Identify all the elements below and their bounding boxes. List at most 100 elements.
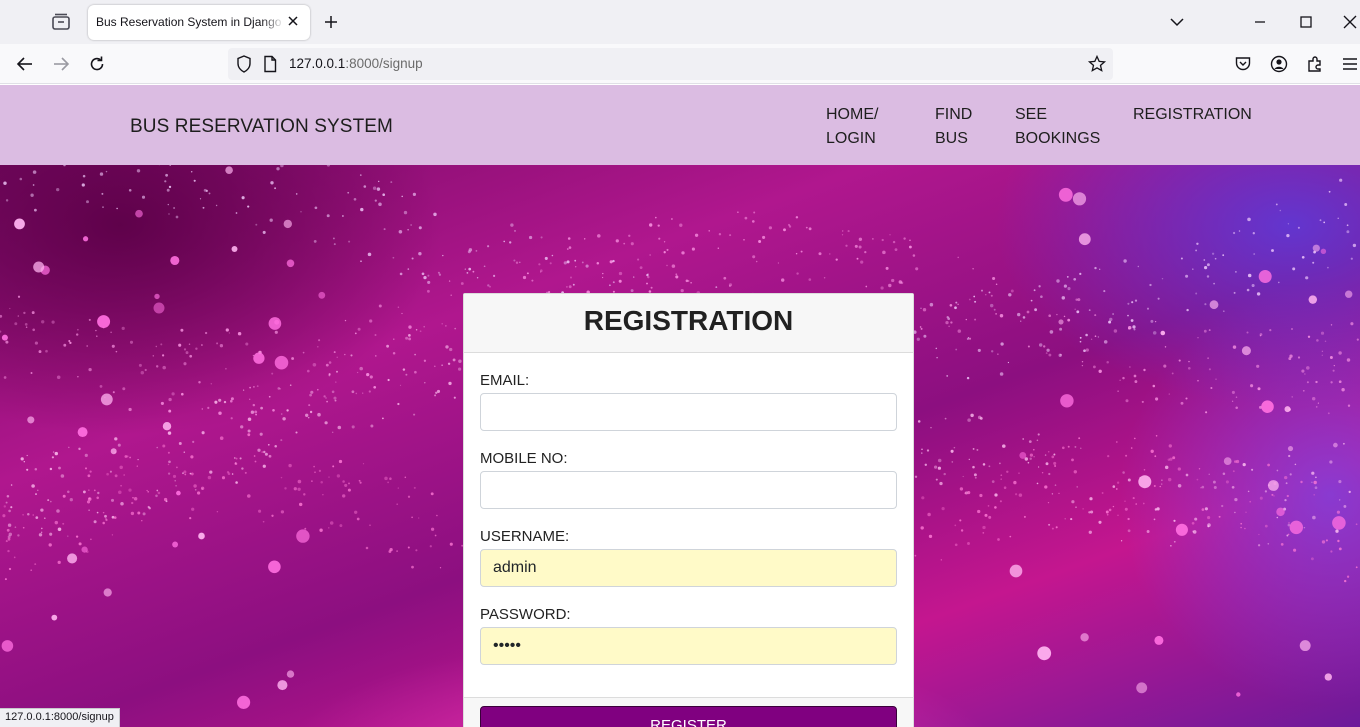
nav-find-bus[interactable]: FIND BUS	[935, 103, 972, 151]
particle-dot	[373, 385, 377, 389]
particle-dot	[235, 481, 238, 484]
particle-dot	[82, 490, 86, 494]
particle-dot	[14, 322, 18, 326]
url-text[interactable]: 127.0.0.1:8000/signup	[289, 56, 423, 71]
particle-dot	[111, 344, 115, 348]
particle-dot	[923, 334, 927, 338]
particle-dot	[401, 195, 403, 198]
bokeh-dot	[1267, 480, 1279, 491]
particle-dot	[1297, 226, 1300, 229]
mobile-field[interactable]	[480, 471, 897, 509]
chevron-down-icon[interactable]	[1167, 12, 1187, 32]
page-icon[interactable]	[260, 54, 280, 74]
particle-dot	[295, 193, 298, 195]
bokeh-dot	[274, 355, 289, 370]
particle-dot	[1051, 455, 1055, 459]
particle-dot	[326, 214, 330, 218]
particle-dot	[369, 375, 373, 379]
particle-dot	[1195, 292, 1198, 295]
particle-dot	[675, 273, 678, 276]
particle-dot	[414, 353, 416, 356]
nav-see-bookings[interactable]: SEE BOOKINGS	[1015, 103, 1100, 151]
nav-registration[interactable]: REGISTRATION	[1133, 103, 1252, 127]
particle-dot	[1337, 217, 1339, 220]
maximize-icon[interactable]	[1296, 12, 1316, 32]
nav-home-login[interactable]: HOME/ LOGIN	[826, 103, 878, 151]
particle-dot	[113, 516, 117, 519]
particle-dot	[1056, 313, 1058, 316]
particle-dot	[110, 331, 112, 334]
particle-dot	[1244, 527, 1246, 530]
shield-icon[interactable]	[234, 54, 254, 74]
tab-list-icon[interactable]	[50, 12, 72, 32]
particle-dot	[1112, 505, 1115, 508]
particle-dot	[3, 181, 7, 185]
particle-dot	[1201, 485, 1205, 489]
particle-dot	[67, 490, 70, 494]
back-arrow-icon[interactable]	[15, 54, 35, 74]
particle-dot	[1335, 529, 1339, 533]
particle-dot	[934, 465, 938, 469]
particle-dot	[147, 490, 150, 493]
particle-dot	[237, 331, 242, 336]
new-tab-icon[interactable]	[322, 13, 340, 31]
particle-dot	[1342, 442, 1345, 445]
extensions-icon[interactable]	[1305, 54, 1325, 74]
particle-dot	[1332, 369, 1335, 372]
particle-dot	[1336, 510, 1340, 514]
particle-dot	[96, 496, 99, 500]
pocket-icon[interactable]	[1233, 54, 1253, 74]
particle-dot	[1285, 482, 1288, 485]
particle-dot	[729, 234, 732, 237]
particle-dot	[1317, 402, 1319, 404]
particle-dot	[254, 460, 257, 463]
reload-icon[interactable]	[87, 54, 107, 74]
particle-dot	[253, 455, 256, 457]
particle-dot	[1125, 399, 1129, 403]
particle-dot	[362, 392, 364, 394]
particle-dot	[313, 239, 317, 243]
particle-dot	[156, 446, 159, 449]
particle-dot	[1213, 486, 1217, 489]
particle-dot	[922, 308, 927, 312]
particle-dot	[362, 463, 365, 465]
browser-tab-active[interactable]: Bus Reservation System in Django P	[88, 5, 310, 40]
particle-dot	[393, 338, 395, 340]
minimize-icon[interactable]	[1250, 12, 1270, 32]
particle-dot	[1073, 277, 1077, 281]
bokeh-dot	[1344, 290, 1353, 298]
particle-dot	[927, 512, 931, 517]
particle-dot	[928, 534, 933, 539]
particle-dot	[894, 248, 898, 252]
account-icon[interactable]	[1269, 54, 1289, 74]
bookmark-star-icon[interactable]	[1087, 54, 1107, 74]
particle-dot	[1038, 285, 1041, 288]
particle-dot	[865, 285, 868, 288]
address-bar[interactable]: 127.0.0.1:8000/signup	[228, 48, 1113, 80]
particle-dot	[597, 234, 601, 238]
site-brand[interactable]: BUS RESERVATION SYSTEM	[130, 116, 393, 138]
particle-dot	[401, 312, 403, 315]
password-field[interactable]	[480, 627, 897, 665]
particle-dot	[955, 301, 958, 304]
username-field[interactable]	[480, 549, 897, 587]
menu-icon[interactable]	[1340, 54, 1360, 74]
register-button[interactable]: REGISTER	[480, 706, 897, 727]
particle-dot	[57, 560, 61, 565]
particle-dot	[1130, 319, 1134, 322]
particle-dot	[284, 487, 287, 490]
particle-dot	[333, 351, 336, 354]
bokeh-dot	[1009, 564, 1023, 578]
close-tab-icon[interactable]	[284, 12, 302, 30]
close-window-icon[interactable]	[1340, 12, 1360, 32]
email-field[interactable]	[480, 393, 897, 431]
particle-dot	[829, 253, 831, 255]
particle-dot	[41, 320, 45, 324]
forward-arrow-icon[interactable]	[51, 54, 71, 74]
particle-dot	[45, 349, 48, 353]
bokeh-dot	[77, 427, 88, 438]
particle-dot	[1044, 454, 1047, 456]
bokeh-dot	[103, 588, 112, 597]
particle-dot	[1338, 499, 1341, 501]
particle-dot	[7, 537, 11, 541]
